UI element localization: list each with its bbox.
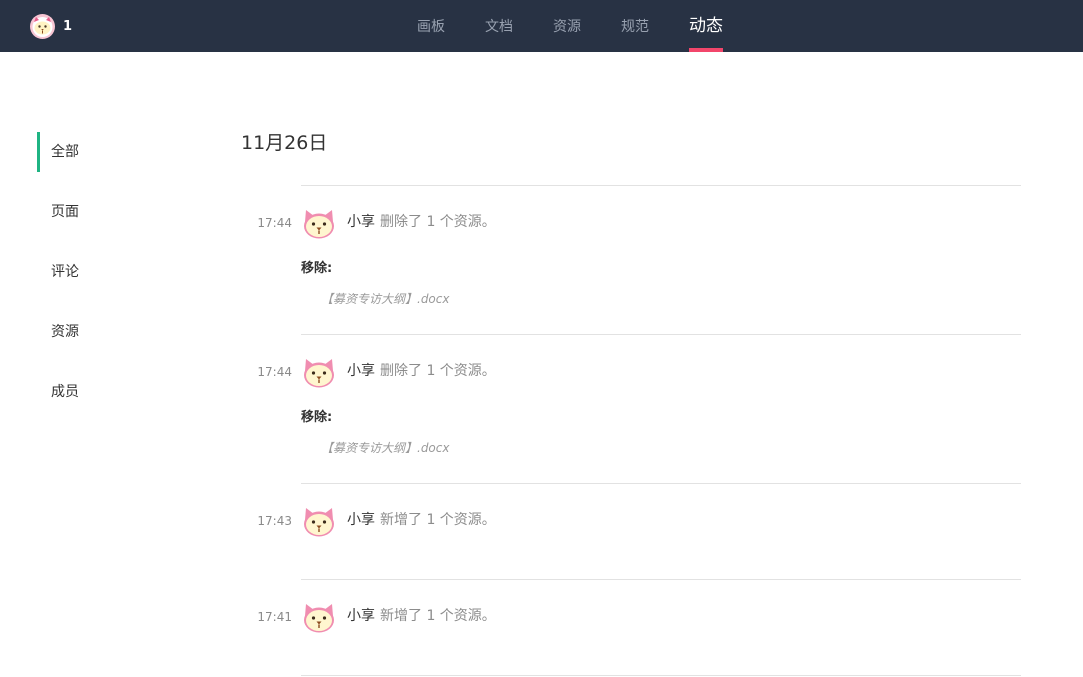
- entry-action: 删除了 1 个资源。: [380, 363, 496, 379]
- divider: [301, 483, 1021, 484]
- cat-avatar-icon[interactable]: [302, 506, 336, 538]
- entry-user[interactable]: 小享: [347, 363, 375, 379]
- entry-action: 删除了 1 个资源。: [380, 214, 496, 230]
- entry-time: 17:44: [257, 216, 292, 230]
- divider: [301, 579, 1021, 580]
- entry-time: 17:44: [257, 365, 292, 379]
- removed-file: 【募资专访大纲】.docx: [321, 292, 450, 306]
- entry-user[interactable]: 小享: [347, 214, 375, 230]
- removed-file: 【募资专访大纲】.docx: [321, 441, 450, 455]
- cat-avatar-icon[interactable]: [302, 602, 336, 634]
- entry-action: 新增了 1 个资源。: [380, 512, 496, 528]
- entry-summary: 小享 删除了 1 个资源。: [347, 213, 496, 231]
- entry-time: 17:41: [257, 610, 292, 624]
- cat-avatar-icon[interactable]: [302, 357, 336, 389]
- divider: [301, 675, 1021, 676]
- divider: [301, 334, 1021, 335]
- entry-summary: 小享 新增了 1 个资源。: [347, 607, 496, 625]
- entry-summary: 小享 新增了 1 个资源。: [347, 511, 496, 529]
- date-heading: 11月26日: [241, 132, 328, 154]
- cat-avatar-icon[interactable]: [302, 208, 336, 240]
- entry-action: 新增了 1 个资源。: [380, 608, 496, 624]
- entry-time: 17:43: [257, 514, 292, 528]
- removed-label: 移除:: [301, 410, 333, 425]
- divider: [301, 185, 1021, 186]
- entry-user[interactable]: 小享: [347, 608, 375, 624]
- removed-label: 移除:: [301, 261, 333, 276]
- entry-user[interactable]: 小享: [347, 512, 375, 528]
- entry-summary: 小享 删除了 1 个资源。: [347, 362, 496, 380]
- activity-feed: 11月26日 17:44 小享 删除了 1 个资源。 移除: 【募资专访大纲】.d…: [0, 0, 1083, 677]
